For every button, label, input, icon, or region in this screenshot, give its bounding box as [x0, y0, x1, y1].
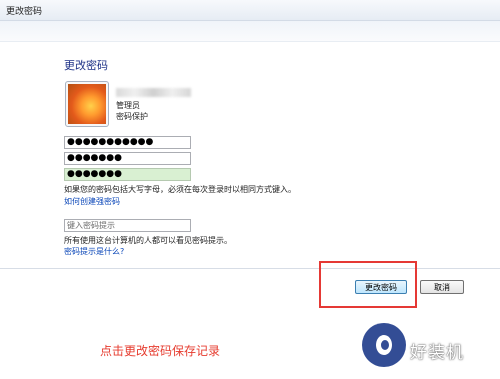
- instruction-caption: 点击更改密码保存记录: [100, 344, 221, 358]
- current-password-field[interactable]: ●●●●●●●●●●●: [64, 136, 191, 149]
- confirm-password-field[interactable]: ●●●●●●●: [64, 168, 191, 181]
- account-status: 密码保护: [116, 112, 148, 121]
- hint-visibility-note: 所有使用这台计算机的人都可以看见密码提示。: [64, 236, 232, 245]
- avatar[interactable]: [65, 81, 109, 127]
- watermark-logo-icon: [362, 323, 406, 367]
- red-highlight-box: [319, 261, 417, 308]
- watermark-text: 好装机: [410, 343, 464, 363]
- caps-lock-note: 如果您的密码包括大写字母，必须在每次登录时以相同方式键入。: [64, 185, 296, 194]
- account-role: 管理员: [116, 101, 140, 110]
- window-title: 更改密码: [6, 7, 43, 17]
- footer-divider: [0, 268, 500, 269]
- header-strip: [0, 21, 500, 42]
- cancel-button[interactable]: 取消: [420, 280, 464, 294]
- window-titlebar: 更改密码: [0, 0, 500, 21]
- username-blurred: [116, 88, 191, 97]
- strong-password-link[interactable]: 如何创建强密码: [64, 196, 120, 207]
- password-hint-help-link[interactable]: 密码提示是什么?: [64, 246, 124, 257]
- password-hint-input[interactable]: 键入密码提示: [64, 219, 191, 232]
- new-password-field[interactable]: ●●●●●●●: [64, 152, 191, 165]
- flower-picture-icon: [68, 84, 106, 124]
- page-title: 更改密码: [64, 59, 108, 72]
